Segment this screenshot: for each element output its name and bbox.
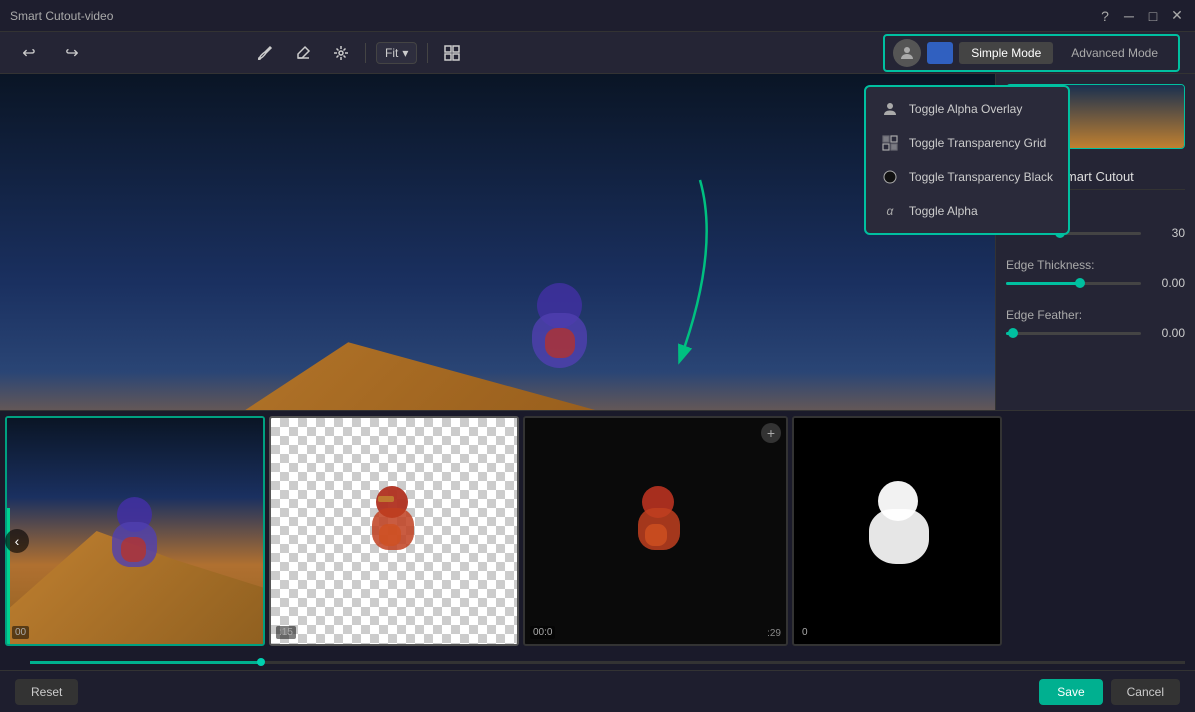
frame-3-label: 00:0 (530, 626, 555, 639)
eraser-tool-button[interactable] (289, 39, 317, 67)
fit-label: Fit (385, 46, 398, 60)
undo-button[interactable]: ↩ (15, 39, 43, 67)
edge-feather-label: Edge Feather: (1006, 308, 1185, 322)
close-button[interactable]: ✕ (1169, 8, 1185, 24)
edge-thickness-value: 0.00 (1149, 276, 1185, 290)
edge-feather-track (1006, 332, 1141, 335)
timeline-track-area (30, 656, 1185, 668)
save-button[interactable]: Save (1039, 679, 1102, 705)
view-toggle-button[interactable] (438, 39, 466, 67)
toggle-alpha-overlay-item[interactable]: Toggle Alpha Overlay (866, 92, 1068, 126)
edge-feather-thumb[interactable] (1008, 328, 1018, 338)
cancel-button[interactable]: Cancel (1111, 679, 1180, 705)
minimize-button[interactable]: ─ (1121, 8, 1137, 24)
action-bar-right: Save Cancel (1039, 679, 1180, 705)
filmstrip-nav-left[interactable]: ‹ (5, 529, 29, 553)
pan-tool-button[interactable] (327, 39, 355, 67)
toggle-alpha-overlay-label: Toggle Alpha Overlay (909, 102, 1022, 116)
help-button[interactable]: ? (1097, 8, 1113, 24)
add-track-button[interactable]: + (761, 423, 781, 443)
edge-feather-section: Edge Feather: 0.00 (1006, 308, 1185, 348)
filmstrip: ‹ 00 (0, 410, 1195, 670)
fit-chevron-icon: ▾ (402, 46, 408, 60)
fit-dropdown[interactable]: Fit ▾ (376, 42, 417, 64)
toggle-alpha-item[interactable]: α Toggle Alpha (866, 194, 1068, 228)
toggle-alpha-icon: α (881, 202, 899, 220)
film-frame-2[interactable]: :15 (269, 416, 519, 646)
blue-preview-button[interactable] (927, 42, 953, 64)
redo-button[interactable]: ↪ (58, 39, 86, 67)
canvas-figure (527, 283, 597, 373)
edge-thickness-fill (1006, 282, 1080, 285)
toggle-transparency-black-item[interactable]: Toggle Transparency Black (866, 160, 1068, 194)
app-title: Smart Cutout-video (10, 9, 1097, 23)
toggle-transparency-grid-label: Toggle Transparency Grid (909, 136, 1046, 150)
edge-feather-row: 0.00 (1006, 326, 1185, 340)
film-frame-4[interactable]: 0 (792, 416, 1002, 646)
edge-thickness-label: Edge Thickness: (1006, 258, 1185, 272)
toggle-alpha-label: Toggle Alpha (909, 204, 978, 218)
frame-4-label: 0 (799, 626, 811, 639)
maximize-button[interactable]: □ (1145, 8, 1161, 24)
edge-thickness-thumb[interactable] (1075, 278, 1085, 288)
brush-size-value: 30 (1149, 226, 1185, 240)
toolbar-right: Simple Mode Advanced Mode (883, 34, 1180, 72)
toolbar-separator2 (427, 43, 428, 63)
toggle-transparency-grid-item[interactable]: Toggle Transparency Grid (866, 126, 1068, 160)
toggle-transparency-grid-icon (881, 134, 899, 152)
edge-thickness-section: Edge Thickness: 0.00 (1006, 258, 1185, 298)
edge-thickness-slider-container[interactable] (1006, 282, 1141, 285)
edge-thickness-track (1006, 282, 1141, 285)
edge-thickness-row: 0.00 (1006, 276, 1185, 290)
toggle-alpha-overlay-icon (881, 100, 899, 118)
toggle-transparency-black-icon (881, 168, 899, 186)
toolbar: ↩ ↪ Fit ▾ (0, 32, 1195, 74)
advanced-mode-button[interactable]: Advanced Mode (1059, 42, 1170, 64)
frame-2-label: :15 (276, 626, 296, 639)
profile-icon-button[interactable] (893, 39, 921, 67)
toggle-transparency-black-label: Toggle Transparency Black (909, 170, 1053, 184)
reset-button[interactable]: Reset (15, 679, 78, 705)
frame-1-label: 00 (12, 626, 29, 639)
brush-tool-button[interactable] (251, 39, 279, 67)
film-frame-1[interactable]: 00 (5, 416, 265, 646)
window-controls: ? ─ □ ✕ (1097, 8, 1185, 24)
simple-mode-button[interactable]: Simple Mode (959, 42, 1053, 64)
edge-feather-slider-container[interactable] (1006, 332, 1141, 335)
dropdown-menu: Toggle Alpha Overlay Toggle Transparency… (864, 85, 1070, 235)
titlebar: Smart Cutout-video ? ─ □ ✕ (0, 0, 1195, 32)
edge-feather-value: 0.00 (1149, 326, 1185, 340)
film-frame-3[interactable]: 00:0 + :29 (523, 416, 788, 646)
action-bar: Reset Save Cancel (0, 670, 1195, 712)
toolbar-separator (365, 43, 366, 63)
